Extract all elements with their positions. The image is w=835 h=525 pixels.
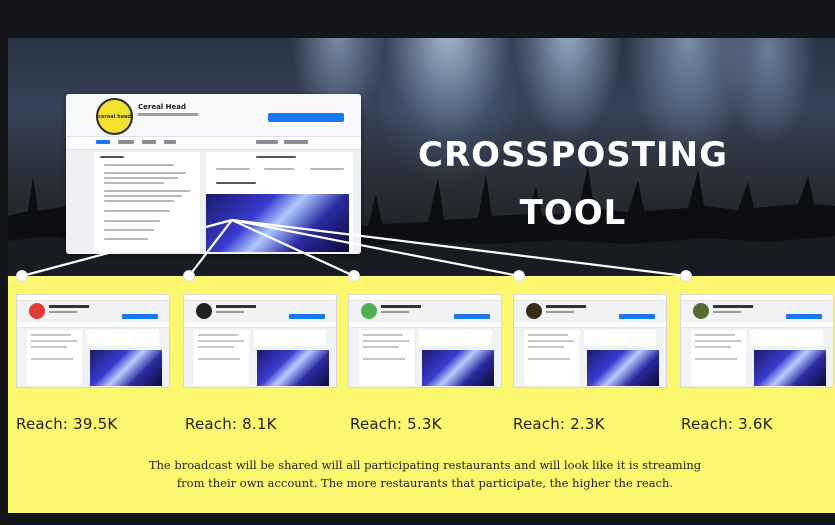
- reach-label-3: Reach: 5.3K: [350, 415, 442, 433]
- restaurant-page-preview-2: [183, 294, 337, 388]
- restaurant-like-button-4[interactable]: [619, 314, 655, 319]
- slide: cereal head Cereal Head CROSSPOSTING TOO…: [0, 0, 835, 525]
- restaurant-logo-4: [526, 303, 542, 319]
- restaurant-like-button-2[interactable]: [289, 314, 325, 319]
- live-video-thumbnail-5: [754, 350, 826, 386]
- caption-line-2: from their own account. The more restaur…: [176, 476, 674, 490]
- connector-lines: [21, 218, 687, 278]
- reach-label-5: Reach: 3.6K: [681, 415, 773, 433]
- restaurant-logo-1: [29, 303, 45, 319]
- live-video-thumbnail-1: [90, 350, 162, 386]
- restaurant-like-button-3[interactable]: [454, 314, 490, 319]
- caption-line-1: The broadcast will be shared will all pa…: [148, 458, 702, 472]
- reach-label-2: Reach: 8.1K: [185, 415, 277, 433]
- restaurant-logo-2: [196, 303, 212, 319]
- live-video-thumbnail-4: [587, 350, 659, 386]
- restaurant-page-preview-5: [680, 294, 834, 388]
- restaurant-logo-3: [361, 303, 377, 319]
- restaurant-like-button-1[interactable]: [122, 314, 158, 319]
- caption: The broadcast will be shared will all pa…: [120, 456, 730, 492]
- connector-dot-2: [183, 270, 195, 282]
- restaurant-like-button-5[interactable]: [786, 314, 822, 319]
- connector-dot-4: [513, 270, 525, 282]
- live-video-thumbnail-2: [257, 350, 329, 386]
- restaurant-page-preview-1: [16, 294, 170, 388]
- restaurant-page-preview-4: [513, 294, 667, 388]
- live-video-thumbnail-3: [422, 350, 494, 386]
- connector-dot-5: [680, 270, 692, 282]
- connector-dot-3: [348, 270, 360, 282]
- restaurant-page-preview-3: [348, 294, 502, 388]
- restaurant-logo-5: [693, 303, 709, 319]
- reach-label-4: Reach: 2.3K: [513, 415, 605, 433]
- reach-label-1: Reach: 39.5K: [16, 415, 118, 433]
- connector-dot-1: [16, 270, 28, 282]
